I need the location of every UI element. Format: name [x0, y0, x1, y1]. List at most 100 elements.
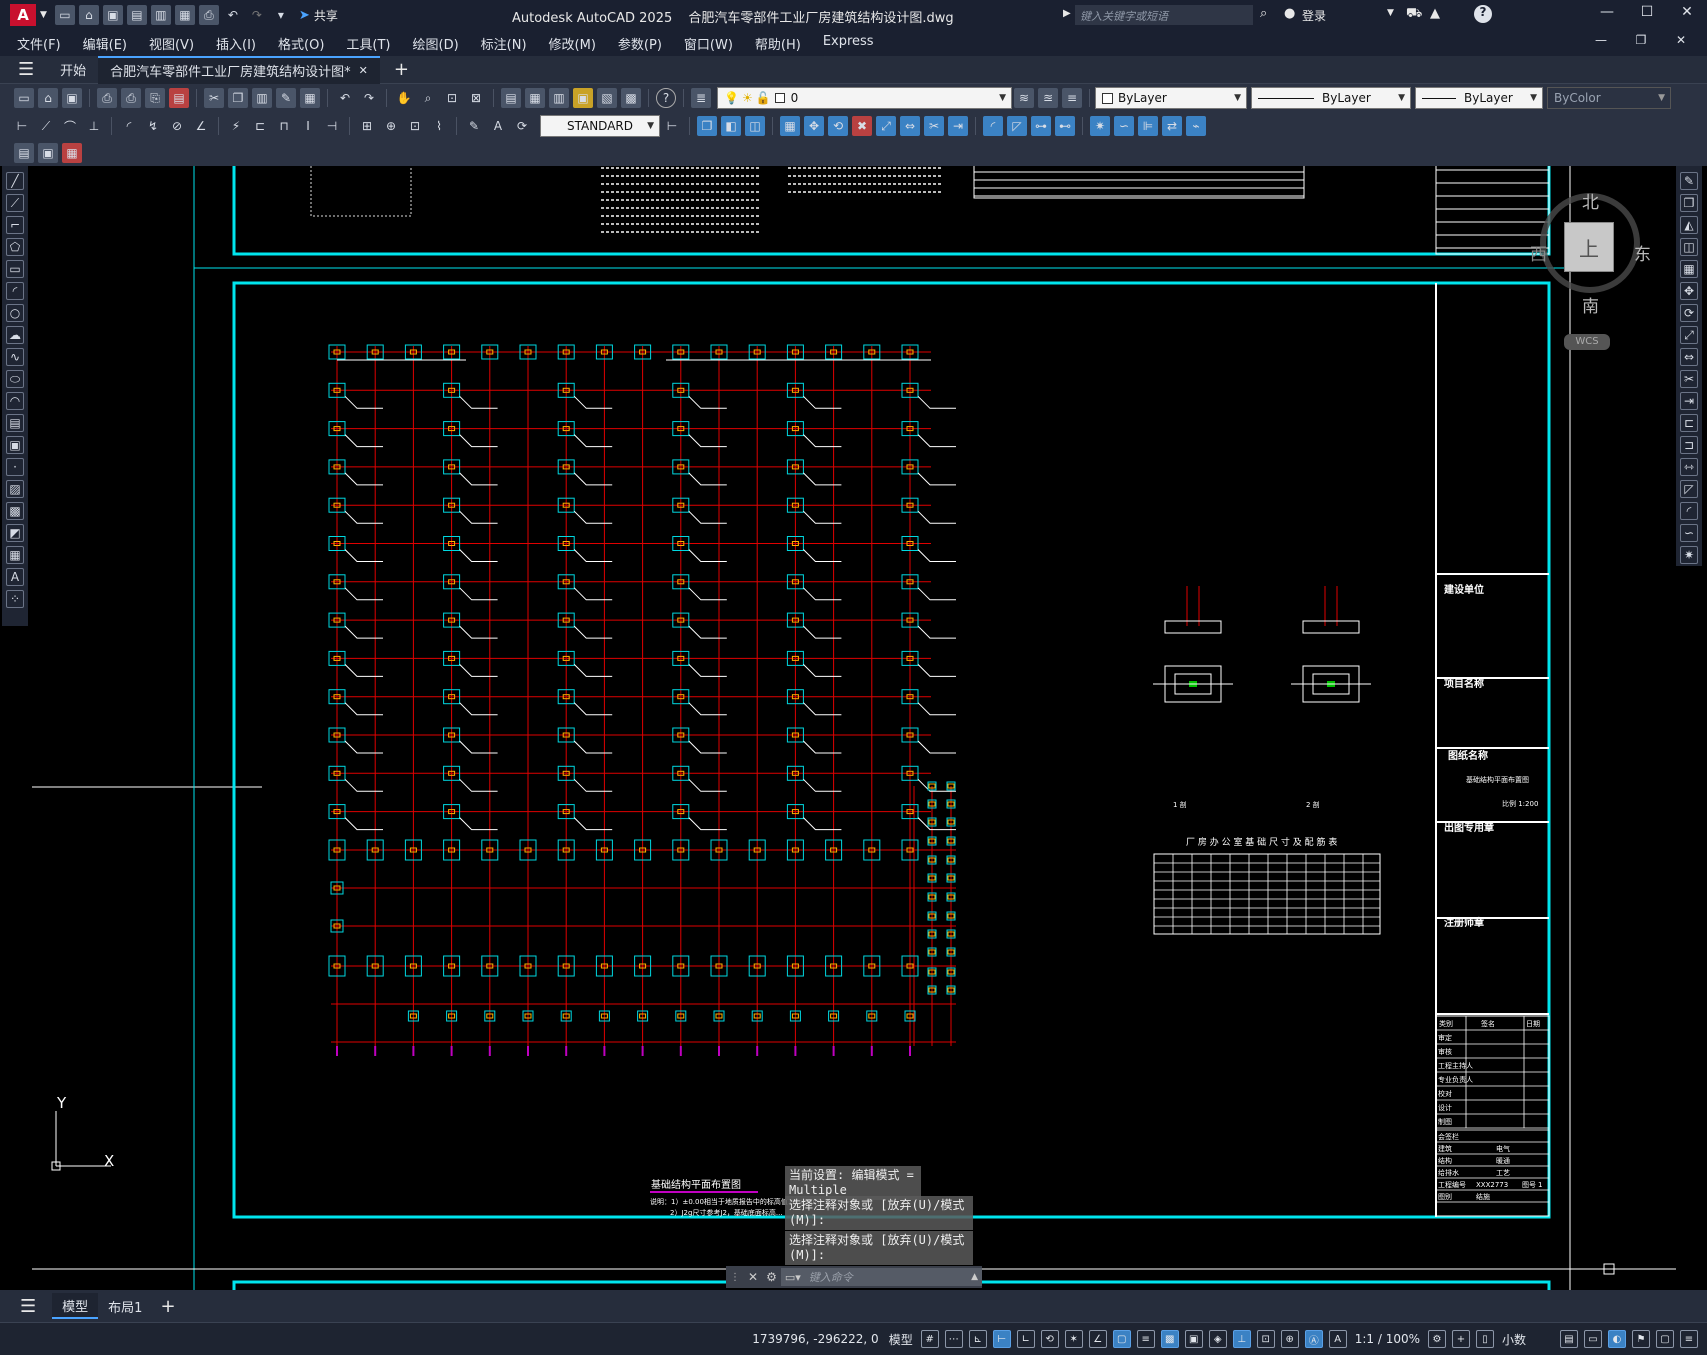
zoom-window-icon[interactable]: ⊡ [442, 88, 462, 108]
offset-icon[interactable]: ◫ [745, 116, 765, 136]
command-grip-icon[interactable]: ⋮ [730, 1272, 740, 1283]
line-icon[interactable]: ╱ [6, 172, 24, 190]
viewcube[interactable]: 北 南 东 西 上 WCS [1530, 188, 1651, 350]
save-drawing-icon[interactable]: ▣ [62, 88, 82, 108]
new-drawing-icon[interactable]: ▭ [14, 88, 34, 108]
object-snap-tracking-icon[interactable]: ∠ [1088, 1330, 1107, 1348]
layer-previous-icon[interactable]: ≊ [1038, 88, 1058, 108]
edit-polyline-icon[interactable]: ⌁ [1186, 116, 1206, 136]
new-icon[interactable]: ▭ [54, 5, 75, 25]
aligned-dimension-icon[interactable]: ⟋ [36, 116, 56, 136]
zoom-realtime-icon[interactable]: ⌕ [418, 88, 438, 108]
new-tab-icon[interactable]: + [394, 59, 409, 80]
lineweight-icon[interactable]: ≡ [1136, 1330, 1155, 1348]
user-icon[interactable]: ● [1284, 6, 1295, 21]
fillet-icon[interactable]: ◜ [983, 116, 1003, 136]
diameter-dimension-icon[interactable]: ⊘ [167, 116, 187, 136]
customize-icon[interactable]: ▾ [271, 5, 291, 25]
compass-south[interactable]: 南 [1582, 292, 1599, 317]
viewcube-top-face[interactable]: 上 [1564, 222, 1614, 272]
help-icon[interactable]: ? [1474, 5, 1492, 23]
spline-icon[interactable]: ∿ [6, 348, 24, 366]
rotate-side-icon[interactable]: ⟳ [1680, 304, 1698, 322]
tab-layout1[interactable]: 布局1 [98, 1293, 152, 1319]
menu-window[interactable]: 窗口(W) [673, 34, 744, 53]
publish-icon[interactable]: ⎘ [145, 88, 165, 108]
customization-icon[interactable]: ≡ [1680, 1330, 1698, 1348]
point-icon[interactable]: · [6, 458, 24, 476]
clean-screen-icon[interactable]: ▢ [1656, 1330, 1674, 1348]
arc-icon[interactable]: ◜ [6, 282, 24, 300]
scale-side-icon[interactable]: ⤢ [1680, 326, 1698, 344]
revision-cloud-icon[interactable]: ☁ [6, 326, 24, 344]
drawing-canvas[interactable]: ╱ ⟋ ⌐ ⬠ ▭ ◜ ○ ☁ ∿ ⬭ ◠ ▤ ▣ · ▨ ▩ ◩ ▦ A ⁘ … [0, 166, 1707, 1290]
redo-icon[interactable]: ↷ [247, 5, 267, 25]
annotation-scale[interactable]: 1:1 / 100% [1350, 1332, 1425, 1346]
tab-close-icon[interactable]: ✕ [359, 64, 368, 77]
center-mark-icon[interactable]: ⊕ [381, 116, 401, 136]
units-icon[interactable]: ▯ [1476, 1330, 1494, 1348]
web-save-icon[interactable]: ▦ [174, 5, 195, 25]
join-side-icon[interactable]: ⇿ [1680, 458, 1698, 476]
dimension-break-icon[interactable]: ⊣ [322, 116, 342, 136]
multiline-text-icon[interactable]: A [6, 568, 24, 586]
calculator-icon[interactable]: ▩ [621, 88, 641, 108]
search-input[interactable]: 键入关键字或短语 [1075, 5, 1253, 25]
menu-format[interactable]: 格式(O) [267, 34, 335, 53]
hardware-acceleration-icon[interactable]: ⚑ [1632, 1330, 1650, 1348]
ellipse-arc-icon[interactable]: ◠ [6, 392, 24, 410]
open-icon[interactable]: ⌂ [78, 5, 99, 25]
erase-icon[interactable]: ✖ [852, 116, 872, 136]
dimension-update-icon[interactable]: ⟳ [512, 116, 532, 136]
chamfer-side-icon[interactable]: ◸ [1680, 480, 1698, 498]
menu-help[interactable]: 帮助(H) [744, 34, 812, 53]
inspection-icon[interactable]: ⊡ [405, 116, 425, 136]
blend-icon[interactable]: ∽ [1114, 116, 1134, 136]
move-side-icon[interactable]: ✥ [1680, 282, 1698, 300]
tolerance-icon[interactable]: ⊞ [357, 116, 377, 136]
block-editor-icon[interactable]: ▦ [300, 88, 320, 108]
ortho-icon[interactable]: ∟ [1016, 1330, 1035, 1348]
linear-dimension-icon[interactable]: ⊢ [12, 116, 32, 136]
workspace-icon[interactable]: ⚙ [1428, 1330, 1446, 1348]
scale-icon[interactable]: ⤢ [876, 116, 896, 136]
dimension-edit-icon[interactable]: ✎ [464, 116, 484, 136]
print-icon[interactable]: ⎙ [97, 88, 117, 108]
radius-dimension-icon[interactable]: ◜ [119, 116, 139, 136]
paste-icon[interactable]: ▥ [252, 88, 272, 108]
doc-minimize-icon[interactable]: — [1581, 33, 1621, 47]
app-menu-arrow-icon[interactable]: ▼ [40, 10, 47, 20]
stretch-icon[interactable]: ⇔ [900, 116, 920, 136]
trim-icon[interactable]: ✂ [924, 116, 944, 136]
search-icon[interactable]: ⌕ [1260, 6, 1267, 21]
save-icon[interactable]: ▣ [102, 5, 123, 25]
sheet-set-icon[interactable]: ▣ [573, 88, 593, 108]
layer-state-icon[interactable]: ≡ [1062, 88, 1082, 108]
pan-icon[interactable]: ✋ [394, 88, 414, 108]
construction-line-icon[interactable]: ⟋ [6, 194, 24, 212]
print-preview-icon[interactable]: ⎙ [121, 88, 141, 108]
tab-document[interactable]: 合肥汽车零部件工业厂房建筑结构设计图* ✕ [98, 55, 380, 84]
coordinates-readout[interactable]: 1739796, -296222, 0 [747, 1332, 883, 1346]
rectangle-icon[interactable]: ▭ [6, 260, 24, 278]
block-write-icon[interactable]: ▦ [62, 143, 82, 163]
chamfer-icon[interactable]: ◸ [1007, 116, 1027, 136]
minimize-icon[interactable]: — [1587, 4, 1627, 20]
blend-side-icon[interactable]: ∽ [1680, 524, 1698, 542]
redo-tb-icon[interactable]: ↷ [359, 88, 379, 108]
web-open-icon[interactable]: ▥ [150, 5, 171, 25]
ordinate-dimension-icon[interactable]: ⊥ [84, 116, 104, 136]
doc-close-icon[interactable]: ✕ [1661, 33, 1701, 47]
menu-dimension[interactable]: 标注(N) [470, 34, 538, 53]
dimension-space-icon[interactable]: I [298, 116, 318, 136]
wcs-menu[interactable]: WCS [1564, 334, 1610, 350]
command-close-icon[interactable]: ✕ [748, 1270, 758, 1284]
copy-icon[interactable]: ❐ [228, 88, 248, 108]
tab-start[interactable]: 开始 [48, 56, 98, 84]
dimension-style-icon[interactable]: ⊢ [662, 116, 682, 136]
erase-side-icon[interactable]: ✎ [1680, 172, 1698, 190]
zoom-previous-icon[interactable]: ⊠ [466, 88, 486, 108]
tab-model[interactable]: 模型 [52, 1293, 99, 1319]
snap-icon[interactable]: ⋯ [944, 1330, 963, 1348]
add-selected-icon[interactable]: ⁘ [6, 590, 24, 608]
